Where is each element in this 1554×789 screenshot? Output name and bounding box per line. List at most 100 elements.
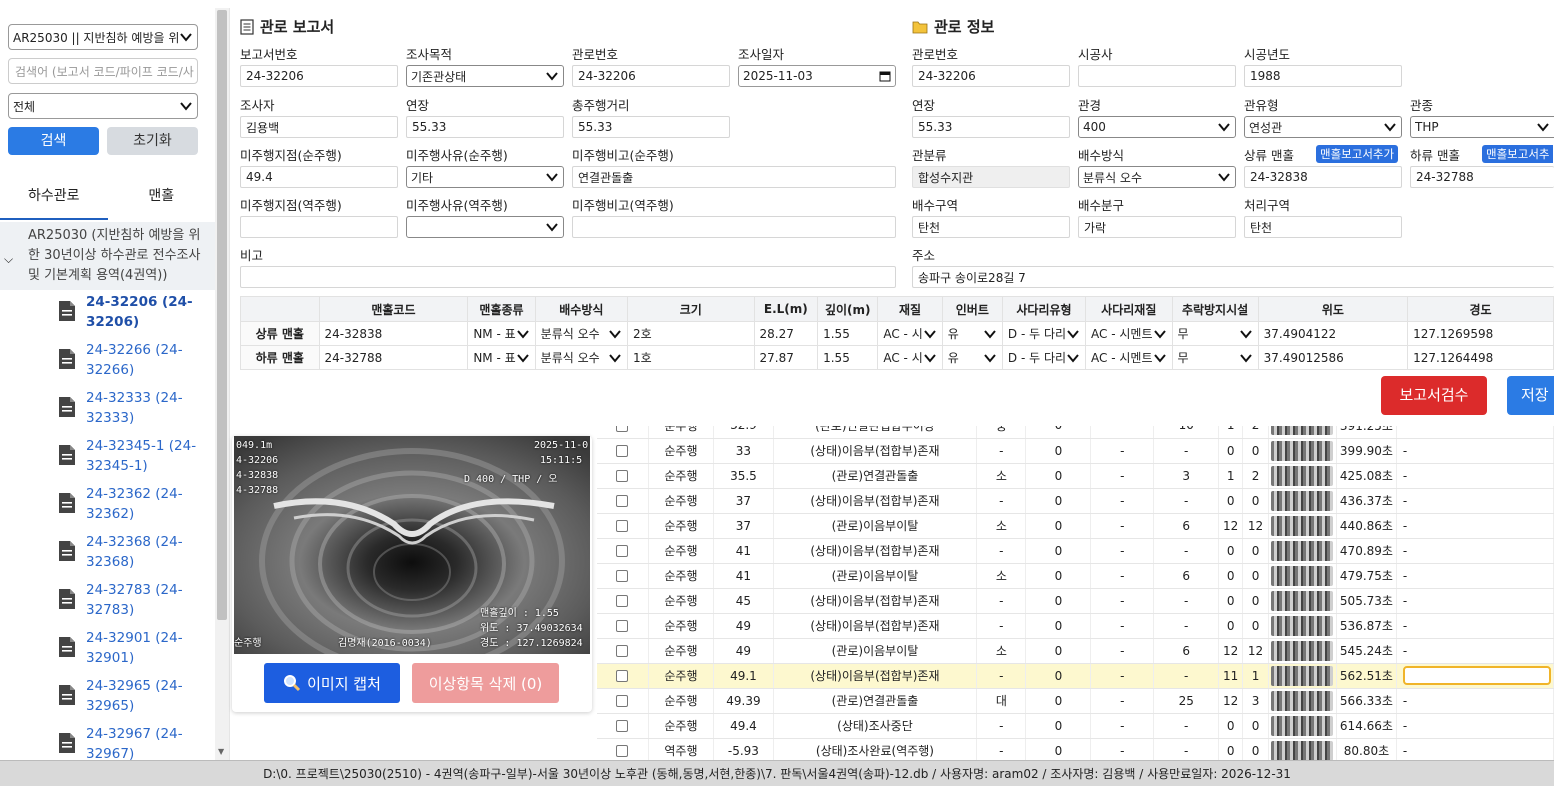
cell-select[interactable]: NM - 표 xyxy=(473,325,529,342)
row-checkbox[interactable] xyxy=(616,595,629,607)
obs-note[interactable]: - xyxy=(1396,688,1554,714)
row-checkbox[interactable] xyxy=(616,570,629,582)
diameter-select[interactable]: 400 xyxy=(1078,116,1236,138)
row-checkbox[interactable] xyxy=(616,695,629,707)
remark-field[interactable] xyxy=(240,266,896,288)
obs-thumbnail[interactable] xyxy=(1271,665,1334,686)
obs-thumbnail[interactable] xyxy=(1271,615,1334,636)
table-row[interactable]: 순주행 49.1 (상태)이음부(접합부)존재 -0- -11 1 562.51초 xyxy=(597,663,1554,689)
table-row[interactable]: 순주행 45 (상태)이음부(접합부)존재 -0- -0 0 505.73초 - xyxy=(597,588,1554,614)
search-input[interactable]: 검색어 (보고서 코드/파이프 코드/사 xyxy=(8,58,198,84)
date-field[interactable]: 2025-11-03 xyxy=(738,65,896,87)
unrun-note-rev-field[interactable] xyxy=(572,216,896,238)
reset-button[interactable]: 초기화 xyxy=(107,127,198,155)
table-cell[interactable]: 24-32838 xyxy=(318,321,469,346)
tree-item[interactable]: 24-32266 (24-32266) xyxy=(58,340,208,384)
tree-item[interactable]: 24-32333 (24-32333) xyxy=(58,388,208,432)
tree-item[interactable]: 24-32901 (24-32901) xyxy=(58,628,208,672)
table-cell[interactable]: 1호 xyxy=(627,345,755,370)
row-checkbox[interactable] xyxy=(616,645,629,657)
cell-select[interactable]: 무 xyxy=(1178,325,1253,342)
obs-thumbnail[interactable] xyxy=(1271,590,1334,611)
table-cell[interactable]: 분류식 오수 xyxy=(534,345,629,370)
obs-thumbnail[interactable] xyxy=(1271,440,1334,461)
table-cell[interactable]: 37.4904122 xyxy=(1257,321,1409,346)
row-checkbox[interactable] xyxy=(616,520,629,532)
table-row[interactable]: 순주행 49 (상태)이음부(접합부)존재 -0- -0 0 536.87초 - xyxy=(597,613,1554,639)
obs-note[interactable]: - xyxy=(1396,426,1554,439)
obs-thumbnail[interactable] xyxy=(1271,540,1334,561)
obs-note[interactable]: - xyxy=(1396,713,1554,739)
calendar-icon[interactable] xyxy=(879,70,891,82)
obs-thumbnail[interactable] xyxy=(1271,426,1334,436)
obs-note[interactable] xyxy=(1396,663,1554,689)
cell-select[interactable]: 분류식 오수 xyxy=(541,349,622,366)
search-button[interactable]: 검색 xyxy=(8,127,99,155)
obs-note[interactable]: - xyxy=(1396,563,1554,589)
zone-field[interactable]: 탄천 xyxy=(912,216,1070,238)
tree-item[interactable]: 24-32345-1 (24-32345-1) xyxy=(58,436,208,480)
obs-note[interactable]: - xyxy=(1396,513,1554,539)
pi-pipe-no-field[interactable]: 24-32206 xyxy=(912,65,1070,87)
obs-note[interactable]: - xyxy=(1396,488,1554,514)
obs-note[interactable]: - xyxy=(1396,538,1554,564)
subzone-field[interactable]: 가락 xyxy=(1078,216,1236,238)
row-checkbox[interactable] xyxy=(616,670,629,682)
material-select[interactable]: THP xyxy=(1410,116,1554,138)
add-up-manhole-report-button[interactable]: 맨홀보고서추가 xyxy=(1316,145,1399,163)
table-row[interactable]: 순주행 33 (상태)이음부(접합부)존재 -0- -0 0 399.90초 - xyxy=(597,438,1554,464)
table-cell[interactable]: 무 xyxy=(1171,345,1259,370)
down-mh-field[interactable]: 24-32788 xyxy=(1410,166,1554,188)
obs-note[interactable]: - xyxy=(1396,738,1554,762)
tree-item[interactable]: 24-32965 (24-32965) xyxy=(58,676,208,720)
table-row[interactable]: 순주행 49.39 (관로)연결관돌출 대 0-25 12 3 566.33초 - xyxy=(597,688,1554,714)
row-checkbox[interactable] xyxy=(616,426,629,432)
table-cell[interactable]: 2호 xyxy=(627,321,755,346)
cell-select[interactable]: AC - 시 xyxy=(883,349,936,366)
tree-item[interactable]: 24-32206 (24-32206) xyxy=(58,292,208,336)
row-checkbox[interactable] xyxy=(616,620,629,632)
tree-item[interactable]: 24-32368 (24-32368) xyxy=(58,532,208,576)
obs-thumbnail[interactable] xyxy=(1271,640,1334,661)
delete-anomaly-button[interactable]: 이상항목 삭제 (0) xyxy=(412,663,559,703)
pipe-no-field[interactable]: 24-32206 xyxy=(572,65,730,87)
cell-select[interactable]: D - 두 다리 xyxy=(1008,349,1080,366)
row-checkbox[interactable] xyxy=(616,470,629,482)
unrun-reason-rev-select[interactable] xyxy=(406,216,564,238)
table-cell[interactable]: 37.49012586 xyxy=(1257,345,1409,370)
review-report-button[interactable]: 보고서검수 xyxy=(1381,376,1487,415)
cell-select[interactable]: D - 두 다리 xyxy=(1008,325,1080,342)
obs-note[interactable]: - xyxy=(1396,588,1554,614)
table-row[interactable]: 순주행 37 (관로)이음부이탈 소 0-6 12 12 440.86초 - xyxy=(597,513,1554,539)
table-cell[interactable]: 분류식 오수 xyxy=(534,321,629,346)
table-cell[interactable]: 127.1269598 xyxy=(1407,321,1554,346)
obs-thumbnail[interactable] xyxy=(1271,740,1334,761)
cell-select[interactable]: 무 xyxy=(1178,349,1253,366)
obs-note[interactable]: - xyxy=(1396,613,1554,639)
cell-select[interactable]: 분류식 오수 xyxy=(541,325,622,342)
scroll-down-arrow[interactable]: ▼ xyxy=(218,747,224,756)
obs-note-input[interactable] xyxy=(1402,666,1551,685)
obs-thumbnail[interactable] xyxy=(1271,690,1334,711)
obs-thumbnail[interactable] xyxy=(1271,465,1334,486)
cell-select[interactable]: AC - 시 xyxy=(883,325,936,342)
row-checkbox[interactable] xyxy=(616,745,629,757)
tab-manhole[interactable]: 맨홀 xyxy=(108,178,216,220)
cell-select[interactable]: 유 xyxy=(948,325,997,342)
table-cell[interactable]: D - 두 다리 xyxy=(1001,321,1087,346)
table-row[interactable]: 역주행 -5.93 (상태)조사완료(역주행) -0- -0 0 80.80초 - xyxy=(597,738,1554,762)
cell-select[interactable]: 유 xyxy=(948,349,997,366)
table-row[interactable]: 순주행 35.5 (관로)연결관돌출 소 0-3 1 2 425.08초 - xyxy=(597,463,1554,489)
table-cell[interactable]: AC - 시 xyxy=(877,321,943,346)
table-cell[interactable]: 127.1264498 xyxy=(1407,345,1554,370)
table-row[interactable]: 순주행32.9(관로)연결관접합부이상중0-1012391.25초- xyxy=(597,426,1554,439)
unrun-fwd-field[interactable]: 49.4 xyxy=(240,166,398,188)
table-row[interactable]: 순주행 37 (상태)이음부(접합부)존재 -0- -0 0 436.37초 - xyxy=(597,488,1554,514)
pi-length-field[interactable]: 55.33 xyxy=(912,116,1070,138)
length-field[interactable]: 55.33 xyxy=(406,116,564,138)
pipe-type-select[interactable]: 연성관 xyxy=(1244,116,1402,138)
cell-select[interactable]: AC - 시멘트 xyxy=(1091,325,1166,342)
contractor-field[interactable] xyxy=(1078,65,1236,87)
filter-select[interactable]: 전체 xyxy=(8,93,198,119)
report-no-field[interactable]: 24-32206 xyxy=(240,65,398,87)
